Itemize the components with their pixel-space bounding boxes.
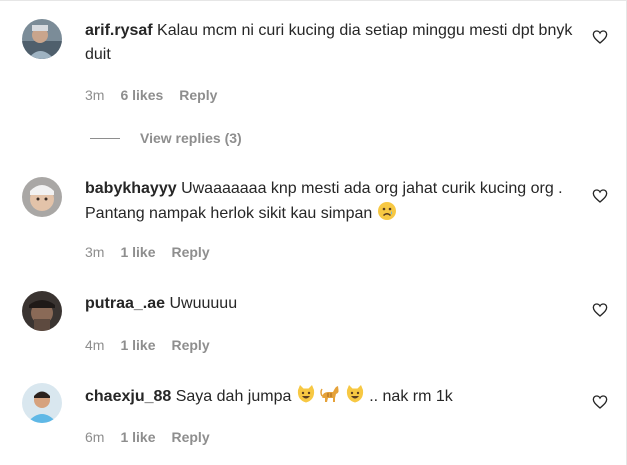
reply-button[interactable]: Reply [171,429,209,445]
heart-outline-icon[interactable] [592,188,608,204]
comment-item: putraa_.ae Uwuuuuu 4m 1 like Reply [0,270,627,365]
comment-body: chaexju_88 Saya dah jumpa .. nak rm 1k [85,384,575,409]
reply-button[interactable]: Reply [179,87,217,103]
comment-likes[interactable]: 1 like [120,244,155,260]
view-replies-label: View replies (3) [140,130,242,146]
comment-text-before: Saya dah jumpa [175,388,292,405]
comment-username[interactable]: putraa_.ae [85,295,165,312]
comment-meta: 4m 1 like Reply [85,336,226,354]
view-replies-line [90,137,120,139]
comment-item: arif.rysaf Kalau mcm ni curi kucing dia … [0,0,627,160]
comment-meta: 3m 1 like Reply [85,243,226,261]
avatar[interactable] [22,19,62,59]
comment-username[interactable]: arif.rysaf [85,22,153,39]
view-replies-button[interactable]: View replies (3) [90,128,242,148]
crying-face-emoji [377,202,396,220]
comment-time: 6m [85,429,105,445]
comment-body: babykhayyy Uwaaaaaaa knp mesti ada org j… [85,177,575,226]
comment-item: chaexju_88 Saya dah jumpa .. nak rm 1k 6… [0,365,627,465]
reply-button[interactable]: Reply [171,337,209,353]
comment-time: 4m [85,337,105,353]
comment-likes[interactable]: 6 likes [120,87,163,103]
comment-body: arif.rysaf Kalau mcm ni curi kucing dia … [85,19,575,67]
heart-outline-icon[interactable] [592,29,608,45]
avatar[interactable] [22,383,62,423]
avatar[interactable] [22,291,62,331]
comment-likes[interactable]: 1 like [120,337,155,353]
comment-username[interactable]: babykhayyy [85,180,177,197]
smiling-cat-face-emoji [297,385,314,403]
comment-meta: 3m 6 likes Reply [85,86,233,104]
heart-outline-icon[interactable] [592,302,608,318]
comment-text: Kalau mcm ni curi kucing dia setiap ming… [85,22,577,63]
avatar[interactable] [22,177,62,217]
comment-text: Uwuuuuu [169,295,238,312]
comment-username[interactable]: chaexju_88 [85,388,171,405]
comment-text-after: .. nak rm 1k [369,388,453,405]
reply-button[interactable]: Reply [171,244,209,260]
heart-outline-icon[interactable] [592,394,608,410]
comment-likes[interactable]: 1 like [120,429,155,445]
smiling-cat-face-emoji [346,385,363,403]
comment-body: putraa_.ae Uwuuuuu [85,292,575,316]
cat-emoji [320,386,339,402]
comment-time: 3m [85,87,105,103]
comment-time: 3m [85,244,105,260]
comment-item: babykhayyy Uwaaaaaaa knp mesti ada org j… [0,160,627,270]
comment-meta: 6m 1 like Reply [85,428,226,446]
